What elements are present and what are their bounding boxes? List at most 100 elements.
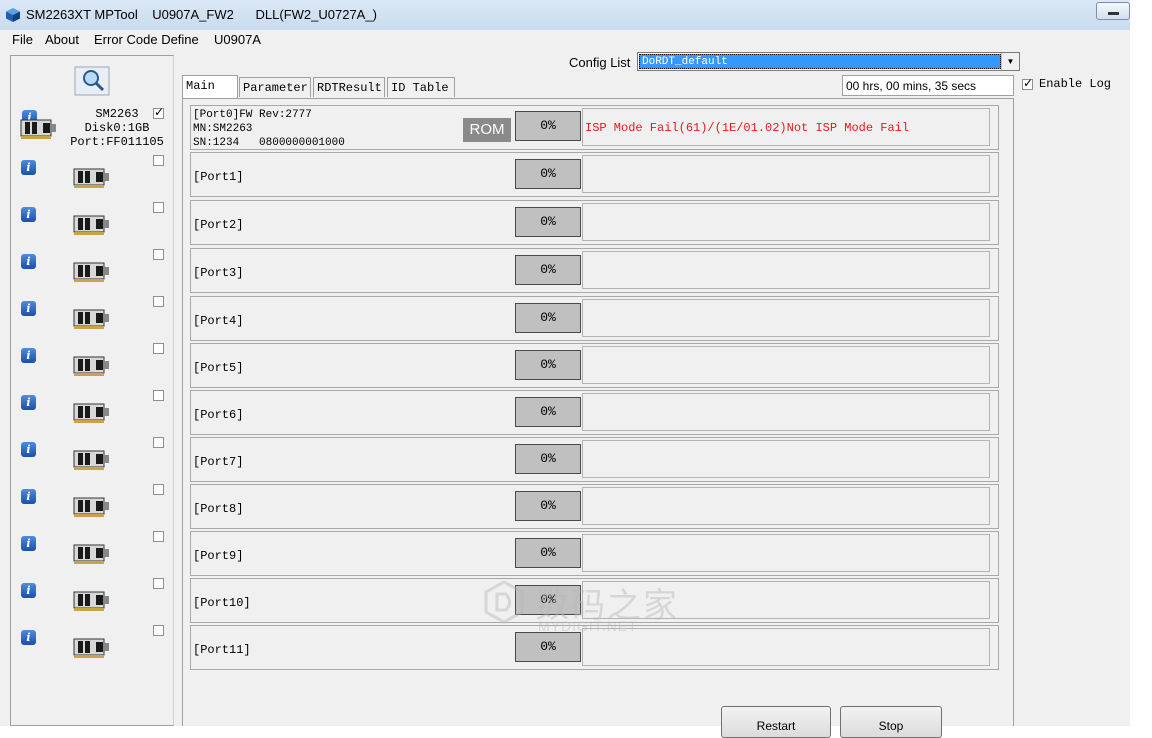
port-progress: 0% bbox=[515, 303, 581, 333]
watermark-en: MYDIGIT.NET bbox=[538, 618, 638, 634]
port-model: MN:SM2263 bbox=[193, 123, 253, 135]
elapsed-timer: 00 hrs, 00 mins, 35 secs bbox=[842, 75, 1014, 96]
device-checkbox[interactable] bbox=[153, 343, 164, 354]
config-list-label: Config List bbox=[569, 55, 631, 70]
device-checkbox[interactable] bbox=[153, 437, 164, 448]
port-progress: 0% bbox=[515, 350, 581, 380]
info-icon[interactable]: i bbox=[21, 395, 36, 410]
menu-error-code-define[interactable]: Error Code Define bbox=[94, 32, 199, 47]
menu-version[interactable]: U0907A bbox=[214, 32, 261, 47]
device-0-port: Port:FF011105 bbox=[70, 135, 164, 149]
disk-card-icon bbox=[72, 586, 110, 614]
dropdown-arrow-icon[interactable]: ▼ bbox=[1001, 53, 1019, 70]
tab-id-table[interactable]: ID Table bbox=[387, 77, 455, 97]
info-icon[interactable]: i bbox=[21, 301, 36, 316]
disk-card-icon bbox=[72, 633, 110, 661]
port-serial: SN:1234 0800000001000 bbox=[193, 137, 345, 149]
info-icon[interactable]: i bbox=[21, 442, 36, 457]
port-row: [Port8] 0% bbox=[190, 484, 999, 529]
port-info: [Port0]FW Rev:2777 MN:SM2263 SN:1234 08000… bbox=[193, 108, 345, 150]
tab-main[interactable]: Main bbox=[182, 75, 238, 98]
disk-card-icon bbox=[72, 210, 110, 238]
port-label: [Port4] bbox=[193, 314, 244, 328]
menu-bar: File About Error Code Define U0907A bbox=[0, 30, 1130, 50]
info-icon[interactable]: i bbox=[21, 583, 36, 598]
disk-card-icon bbox=[72, 398, 110, 426]
port-row: [Port2] 0% bbox=[190, 200, 999, 245]
device-checkbox[interactable] bbox=[153, 484, 164, 495]
device-checkbox[interactable] bbox=[153, 249, 164, 260]
disk-card-icon bbox=[72, 351, 110, 379]
port-progress: 0% bbox=[515, 632, 581, 662]
device-0-disk: Disk0:1GB bbox=[84, 121, 150, 135]
port-label: [Port8] bbox=[193, 502, 244, 516]
menu-about[interactable]: About bbox=[45, 32, 79, 47]
device-checkbox[interactable] bbox=[153, 105, 164, 119]
info-icon[interactable]: i bbox=[21, 160, 36, 175]
disk-card-icon bbox=[72, 539, 110, 567]
device-checkbox[interactable] bbox=[153, 625, 164, 636]
minimize-button[interactable] bbox=[1096, 2, 1130, 20]
device-checkbox[interactable] bbox=[153, 578, 164, 589]
port-row: [Port3] 0% bbox=[190, 248, 999, 293]
port-status-box: ISP Mode Fail(61)/(1E/01.02)Not ISP Mode… bbox=[582, 108, 990, 146]
device-panel bbox=[10, 55, 174, 726]
port-status-box bbox=[582, 251, 990, 289]
info-icon[interactable]: i bbox=[21, 207, 36, 222]
device-checkbox[interactable] bbox=[153, 296, 164, 307]
device-checkbox[interactable] bbox=[153, 531, 164, 542]
menu-file[interactable]: File bbox=[12, 32, 33, 47]
search-device-icon[interactable] bbox=[74, 66, 110, 96]
port-progress: 0% bbox=[515, 444, 581, 474]
config-list-value: DoRDT_default bbox=[639, 54, 1001, 69]
port-progress: 0% bbox=[515, 491, 581, 521]
tab-parameter[interactable]: Parameter bbox=[239, 77, 311, 97]
port-status-text: ISP Mode Fail(61)/(1E/01.02)Not ISP Mode… bbox=[585, 121, 910, 135]
port-progress: 0% bbox=[515, 397, 581, 427]
device-checkbox[interactable] bbox=[153, 390, 164, 401]
info-icon[interactable]: i bbox=[21, 536, 36, 551]
watermark: 数码之家 MYDIGIT.NET bbox=[480, 578, 677, 634]
port-row: [Port7] 0% bbox=[190, 437, 999, 482]
port-row: [Port1] 0% bbox=[190, 152, 999, 197]
port-progress: 0% bbox=[515, 159, 581, 189]
stop-button[interactable]: Stop bbox=[840, 706, 942, 738]
port-status-box bbox=[582, 346, 990, 384]
info-icon[interactable]: i bbox=[21, 254, 36, 269]
port-progress: 0% bbox=[515, 207, 581, 237]
port-row: [Port4] 0% bbox=[190, 296, 999, 341]
port-status-box bbox=[582, 155, 990, 193]
rom-badge: ROM bbox=[463, 118, 511, 142]
watermark-logo-icon bbox=[484, 580, 524, 624]
info-icon[interactable]: i bbox=[21, 489, 36, 504]
config-list-select[interactable]: DoRDT_default ▼ bbox=[637, 52, 1020, 71]
disk-card-icon bbox=[72, 304, 110, 332]
restart-button[interactable]: Restart bbox=[721, 706, 831, 738]
info-icon[interactable]: i bbox=[21, 630, 36, 645]
port-row: [Port9] 0% bbox=[190, 531, 999, 576]
port-status-box bbox=[582, 440, 990, 478]
port-progress: 0% bbox=[515, 538, 581, 568]
port-row: [Port6] 0% bbox=[190, 390, 999, 435]
port-status-box bbox=[582, 534, 990, 572]
port-label: [Port10] bbox=[193, 596, 251, 610]
port-label: [Port2] bbox=[193, 218, 244, 232]
device-checkbox[interactable] bbox=[153, 155, 164, 166]
port-status-box bbox=[582, 299, 990, 337]
tab-rdtresult[interactable]: RDTResult bbox=[313, 77, 385, 97]
app-cube-icon bbox=[6, 8, 20, 22]
port-label: [Port6] bbox=[193, 408, 244, 422]
port-status-box bbox=[582, 203, 990, 241]
port-label: [Port5] bbox=[193, 361, 244, 375]
enable-log-label[interactable]: Enable Log bbox=[1039, 77, 1111, 91]
port-status-box bbox=[582, 393, 990, 431]
info-icon[interactable]: i bbox=[21, 348, 36, 363]
port-progress: 0% bbox=[515, 111, 581, 141]
port-status-box bbox=[582, 487, 990, 525]
port-label: [Port11] bbox=[193, 643, 251, 657]
disk-card-icon bbox=[72, 445, 110, 473]
title-bar: SM2263XT MPTool U0907A_FW2 DLL(FW2_U0727… bbox=[0, 0, 1130, 31]
disk-card-icon bbox=[72, 257, 110, 285]
device-checkbox[interactable] bbox=[153, 202, 164, 213]
enable-log-checkbox[interactable] bbox=[1022, 76, 1033, 90]
